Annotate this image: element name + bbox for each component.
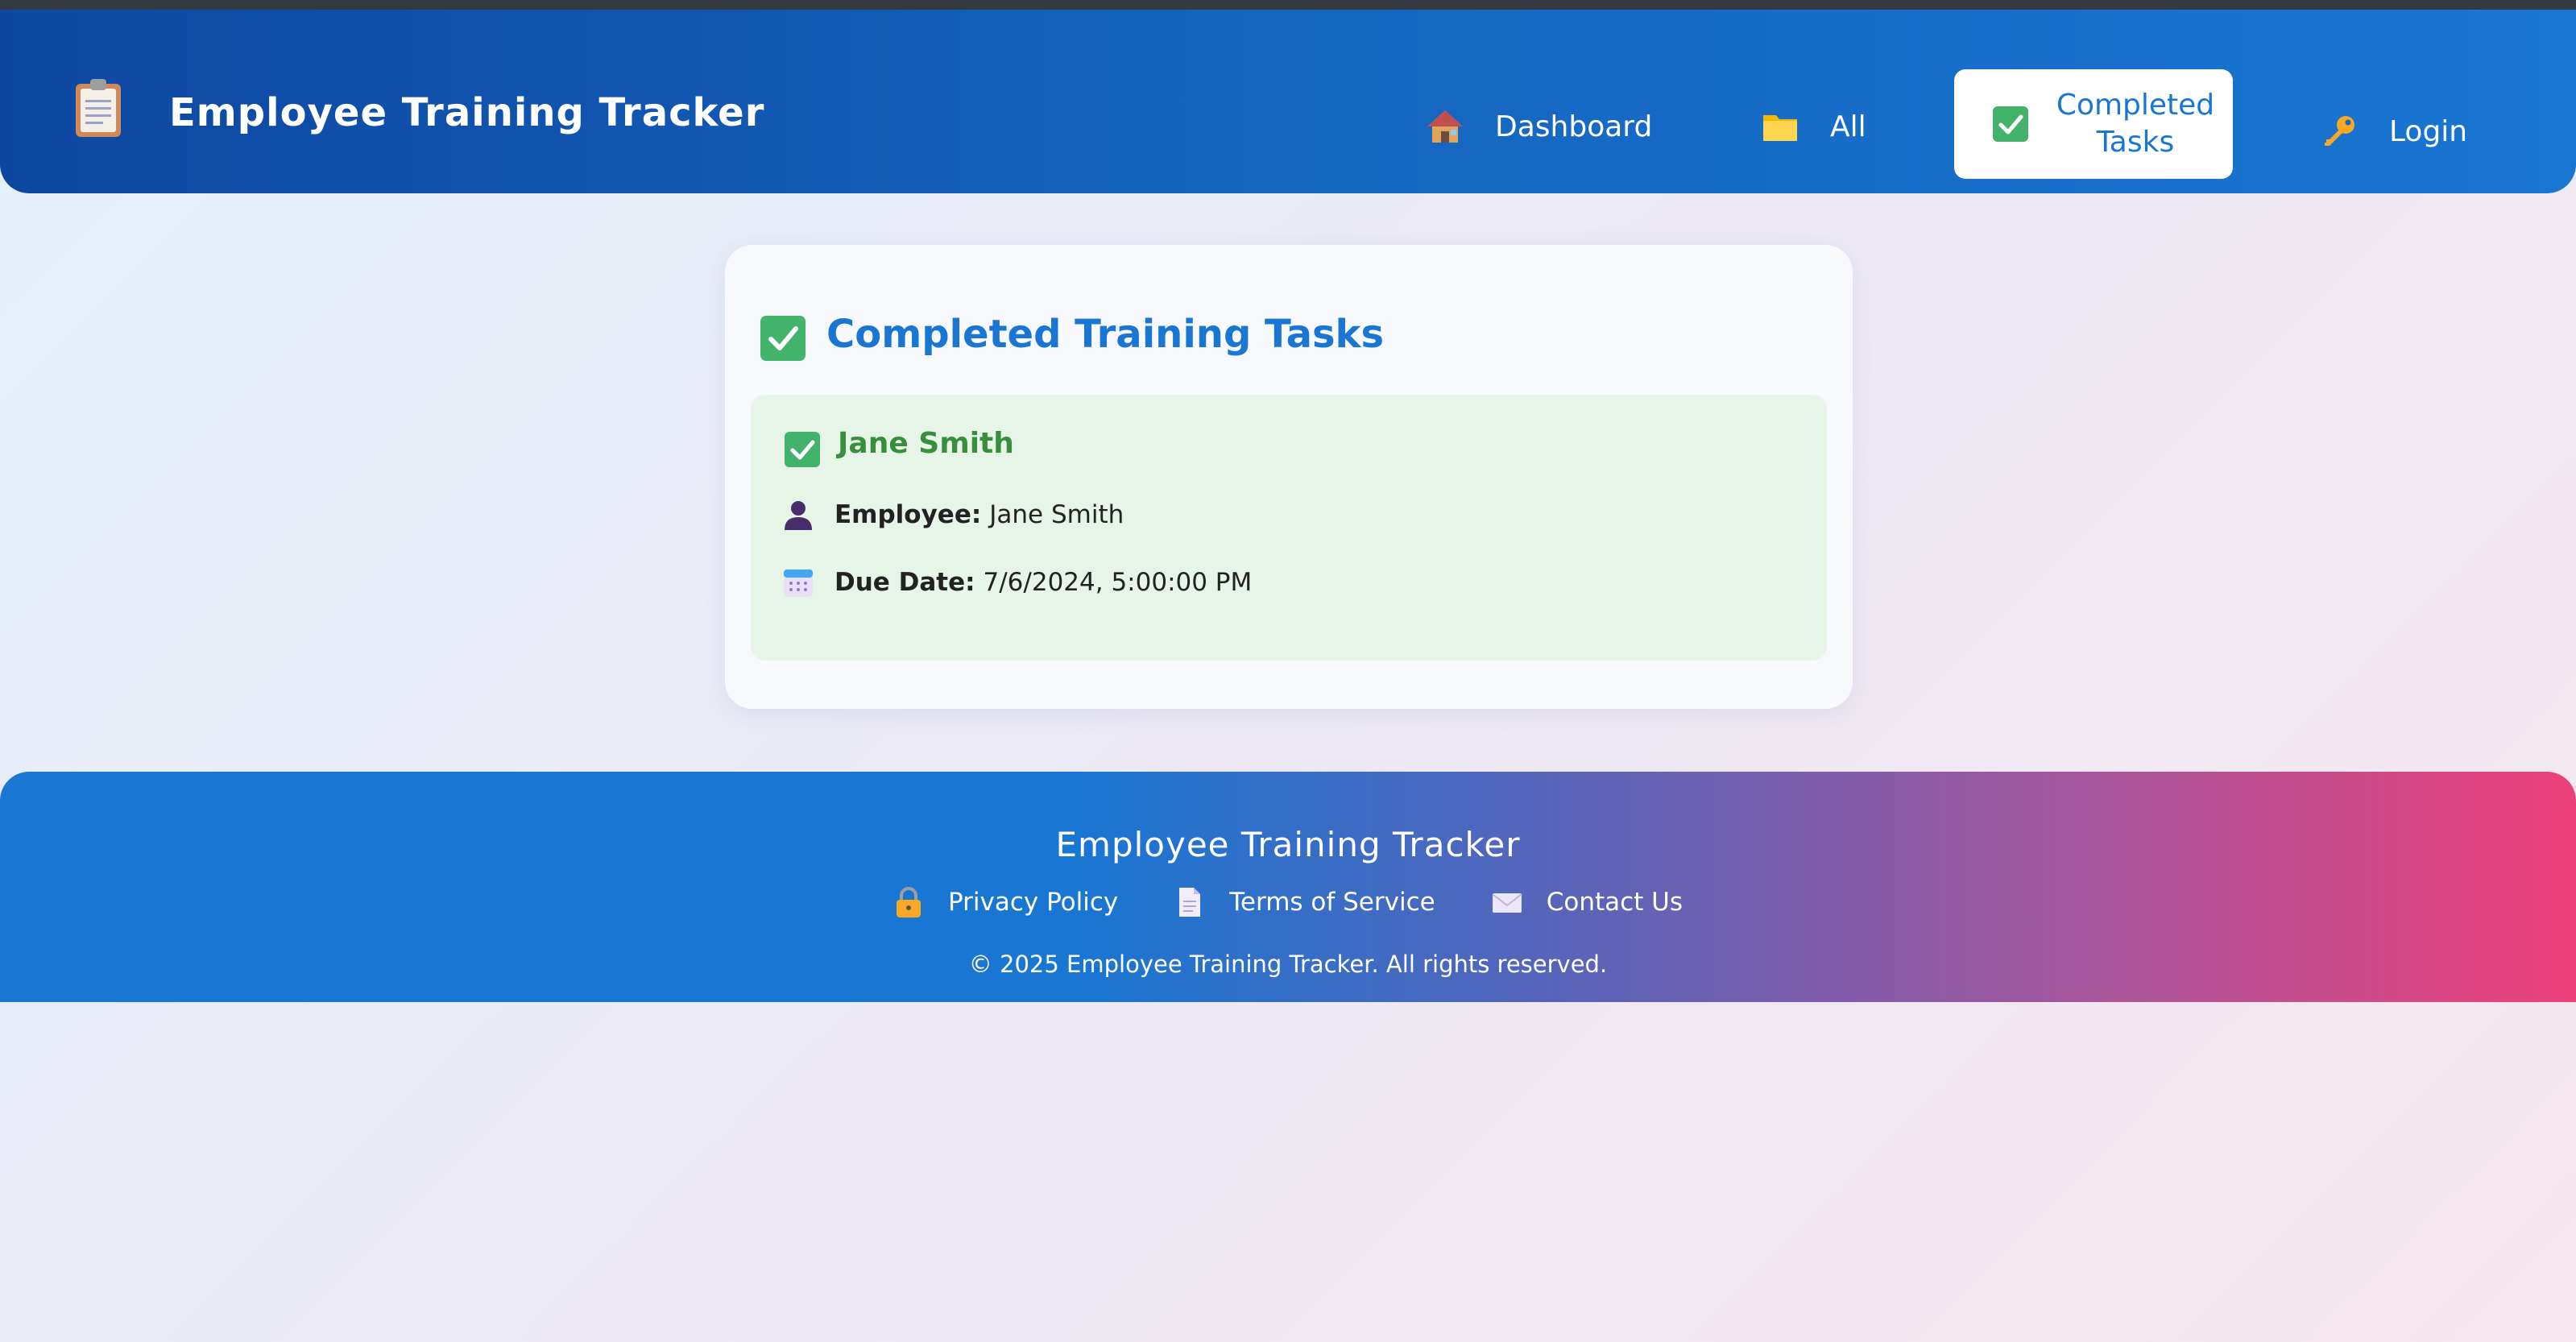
top-strip bbox=[0, 0, 2576, 10]
page-title: Completed Training Tasks bbox=[826, 312, 1385, 357]
due-date-value: 7/6/2024, 5:00:00 PM bbox=[983, 568, 1253, 597]
nav-login-label: Login bbox=[2389, 114, 2468, 148]
nav-all[interactable]: All bbox=[1761, 106, 1866, 147]
terms-of-service-label: Terms of Service bbox=[1229, 888, 1435, 917]
calendar-icon bbox=[784, 570, 813, 597]
document-icon bbox=[1179, 888, 1201, 917]
nav-all-label: All bbox=[1830, 110, 1866, 143]
task-item: Jane Smith Employee: Jane Smith Due Date… bbox=[751, 395, 1827, 661]
key-icon bbox=[2325, 116, 2354, 146]
check-box-icon bbox=[1993, 106, 2028, 142]
nav-login[interactable]: Login bbox=[2320, 111, 2467, 151]
contact-us-label: Contact Us bbox=[1546, 888, 1684, 917]
lock-icon bbox=[896, 887, 921, 917]
nav-completed-tasks[interactable]: Completed Tasks bbox=[1954, 69, 2233, 179]
check-box-icon bbox=[760, 316, 806, 361]
task-employee-row: Employee: Jane Smith bbox=[781, 493, 1124, 536]
footer-title: Employee Training Tracker bbox=[1055, 825, 1521, 864]
task-due-row: Due Date: 7/6/2024, 5:00:00 PM bbox=[781, 561, 1252, 604]
terms-of-service-link[interactable]: Terms of Service bbox=[1174, 886, 1435, 918]
app-title: Employee Training Tracker bbox=[169, 90, 765, 135]
privacy-policy-link[interactable]: Privacy Policy bbox=[893, 886, 1118, 918]
footer-links: Privacy Policy Terms of Service Contact … bbox=[0, 886, 2576, 918]
clipboard-icon bbox=[76, 79, 121, 137]
house-icon bbox=[1427, 110, 1463, 143]
app-footer: Employee Training Tracker Privacy Policy… bbox=[0, 772, 2576, 1002]
task-title: Jane Smith bbox=[838, 427, 1014, 460]
nav-dashboard-label: Dashboard bbox=[1495, 110, 1653, 143]
contact-us-link[interactable]: Contact Us bbox=[1492, 886, 1683, 918]
copyright: © 2025 Employee Training Tracker. All ri… bbox=[968, 951, 1608, 978]
app-header: Employee Training Tracker Dashboard All … bbox=[0, 10, 2576, 193]
completed-tasks-card: Completed Training Tasks Jane Smith Empl… bbox=[725, 245, 1853, 709]
check-box-icon bbox=[785, 432, 820, 467]
envelope-icon bbox=[1492, 893, 1522, 913]
nav-dashboard[interactable]: Dashboard bbox=[1426, 106, 1652, 147]
person-icon bbox=[785, 501, 812, 530]
privacy-policy-label: Privacy Policy bbox=[947, 888, 1119, 917]
due-date-label: Due Date: bbox=[835, 568, 975, 597]
folder-icon bbox=[1763, 115, 1797, 141]
employee-value: Jane Smith bbox=[989, 500, 1124, 529]
nav-completed-label: Completed Tasks bbox=[2056, 89, 2215, 159]
employee-label: Employee: bbox=[835, 500, 982, 529]
